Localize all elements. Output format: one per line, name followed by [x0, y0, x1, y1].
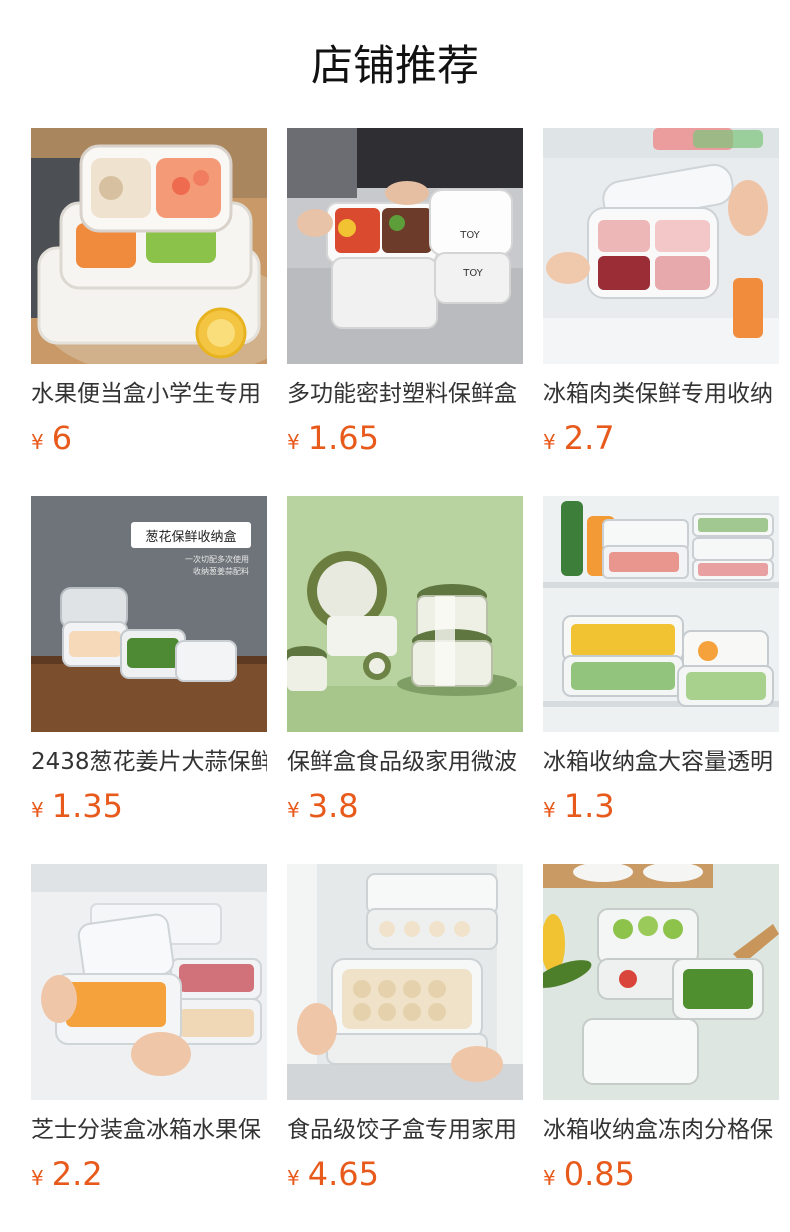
- svg-text:TOY: TOY: [462, 268, 483, 279]
- currency-symbol: ¥: [31, 430, 44, 454]
- product-price: ¥4.65: [287, 1154, 523, 1200]
- currency-symbol: ¥: [543, 1166, 556, 1190]
- currency-symbol: ¥: [31, 1166, 44, 1190]
- product-price: ¥2.7: [543, 418, 779, 464]
- price-value: 2.2: [51, 1155, 103, 1193]
- product-image-veg-boxes[interactable]: [543, 864, 779, 1100]
- image-caption: 一次切配多次使用: [185, 554, 249, 564]
- price-value: 1.3: [563, 787, 615, 825]
- price-value: 2.7: [563, 419, 615, 457]
- price-value: 1.65: [307, 419, 379, 457]
- product-price: ¥0.85: [543, 1154, 779, 1200]
- image-label: 葱花保鲜收纳盒: [145, 529, 236, 545]
- product-card[interactable]: 葱花保鲜收纳盒 一次切配多次使用 收纳葱姜蒜配料 2438葱花姜片大蒜保鲜 ¥1…: [31, 496, 267, 832]
- price-value: 1.35: [51, 787, 123, 825]
- currency-symbol: ¥: [287, 1166, 300, 1190]
- product-name[interactable]: 2438葱花姜片大蒜保鲜: [31, 746, 267, 778]
- product-name[interactable]: 冰箱肉类保鲜专用收纳: [543, 378, 779, 410]
- product-name[interactable]: 芝士分装盒冰箱水果保: [31, 1114, 267, 1146]
- product-image-fridge-meat-box[interactable]: [543, 128, 779, 364]
- product-image-green-round-boxes[interactable]: [287, 496, 523, 732]
- product-card[interactable]: 冰箱收纳盒冻肉分格保 ¥0.85: [543, 864, 779, 1200]
- price-value: 4.65: [307, 1155, 379, 1193]
- product-name[interactable]: 保鲜盒食品级家用微波: [287, 746, 523, 778]
- product-image-cheese-box[interactable]: [31, 864, 267, 1100]
- product-card[interactable]: 保鲜盒食品级家用微波 ¥3.8: [287, 496, 523, 832]
- product-card[interactable]: 水果便当盒小学生专用 ¥6: [31, 128, 267, 464]
- product-price: ¥1.65: [287, 418, 523, 464]
- product-price: ¥3.8: [287, 786, 523, 832]
- currency-symbol: ¥: [543, 798, 556, 822]
- product-name[interactable]: 水果便当盒小学生专用: [31, 378, 267, 410]
- product-price: ¥1.3: [543, 786, 779, 832]
- product-image-fruit-bento-box[interactable]: [31, 128, 267, 364]
- product-name[interactable]: 冰箱收纳盒冻肉分格保: [543, 1114, 779, 1146]
- svg-text:TOY: TOY: [459, 230, 480, 241]
- price-value: 3.8: [307, 787, 359, 825]
- currency-symbol: ¥: [31, 798, 44, 822]
- price-value: 0.85: [563, 1155, 635, 1193]
- product-price: ¥6: [31, 418, 267, 464]
- product-card[interactable]: 冰箱收纳盒大容量透明 ¥1.3: [543, 496, 779, 832]
- product-name[interactable]: 食品级饺子盒专用家用: [287, 1114, 523, 1146]
- currency-symbol: ¥: [543, 430, 556, 454]
- product-card[interactable]: 冰箱肉类保鲜专用收纳 ¥2.7: [543, 128, 779, 464]
- currency-symbol: ¥: [287, 430, 300, 454]
- product-name[interactable]: 多功能密封塑料保鲜盒: [287, 378, 523, 410]
- product-image-dumpling-box[interactable]: [287, 864, 523, 1100]
- currency-symbol: ¥: [287, 798, 300, 822]
- image-caption: 收纳葱姜蒜配料: [193, 566, 249, 576]
- price-value: 6: [51, 419, 73, 457]
- product-image-fridge-shelf-boxes[interactable]: [543, 496, 779, 732]
- product-card[interactable]: 食品级饺子盒专用家用 ¥4.65: [287, 864, 523, 1200]
- product-image-scallion-box[interactable]: 葱花保鲜收纳盒 一次切配多次使用 收纳葱姜蒜配料: [31, 496, 267, 732]
- product-card[interactable]: TOY TOY 多功能密封塑料保鲜盒 ¥1.65: [287, 128, 523, 464]
- product-price: ¥1.35: [31, 786, 267, 832]
- product-card[interactable]: 芝士分装盒冰箱水果保 ¥2.2: [31, 864, 267, 1200]
- product-price: ¥2.2: [31, 1154, 267, 1200]
- product-image-white-sealed-boxes[interactable]: TOY TOY: [287, 128, 523, 364]
- product-name[interactable]: 冰箱收纳盒大容量透明: [543, 746, 779, 778]
- page-title: 店铺推荐: [310, 41, 479, 90]
